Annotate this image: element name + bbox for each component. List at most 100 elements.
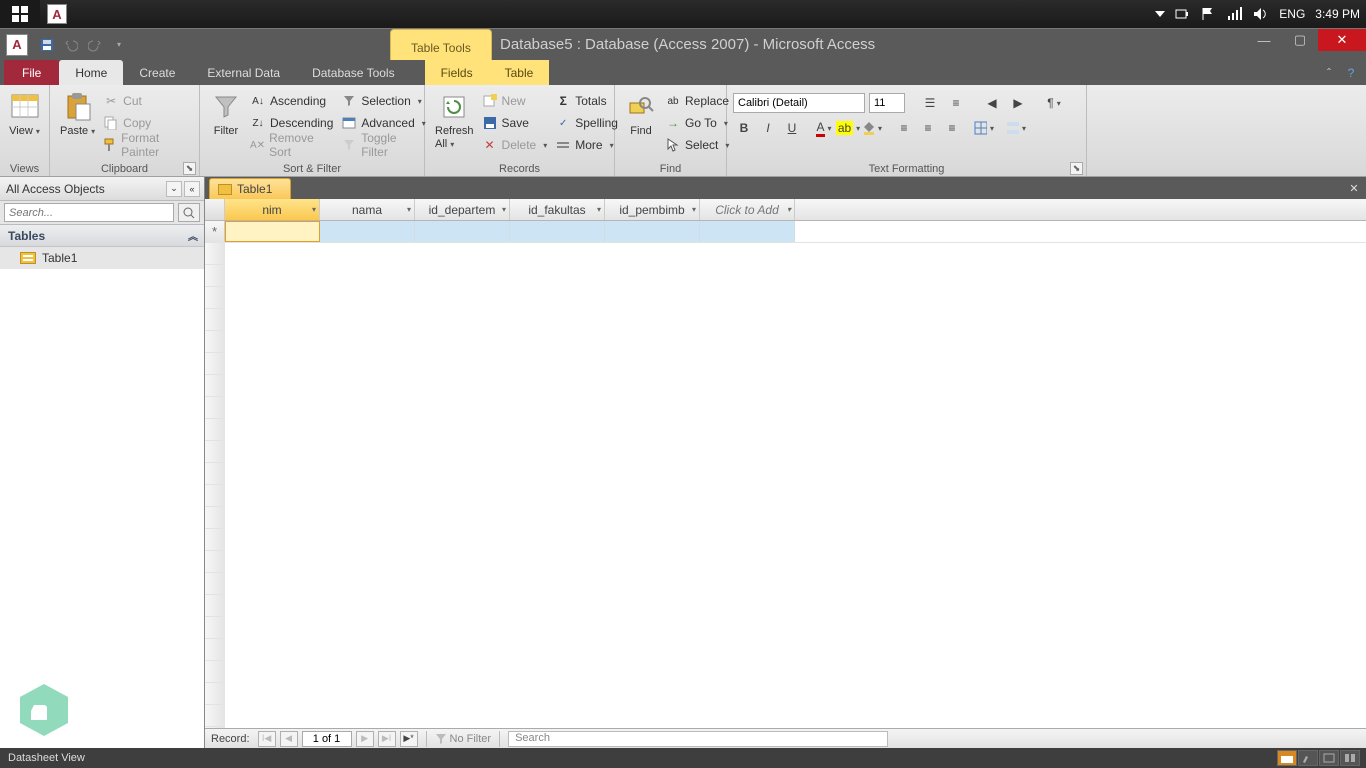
underline-button[interactable]: U bbox=[781, 117, 803, 139]
tab-external-data[interactable]: External Data bbox=[191, 60, 296, 85]
more-button[interactable]: More bbox=[551, 134, 622, 156]
fill-color-button[interactable] bbox=[861, 117, 883, 139]
nav-collapse-icon[interactable]: « bbox=[184, 181, 200, 197]
tab-fields[interactable]: Fields bbox=[425, 60, 489, 85]
nav-new-icon[interactable]: ▶* bbox=[400, 731, 418, 747]
record-position-input[interactable] bbox=[302, 731, 352, 747]
align-left-icon[interactable]: ≡ bbox=[893, 117, 915, 139]
cell-add[interactable] bbox=[700, 221, 795, 242]
volume-icon[interactable] bbox=[1253, 7, 1269, 21]
new-record-row[interactable]: * bbox=[205, 221, 1366, 243]
selection-button[interactable]: Selection bbox=[337, 90, 429, 112]
nav-next-icon[interactable]: ▶ bbox=[356, 731, 374, 747]
datasheet[interactable]: nim▾ nama▾ id_departem▾ id_fakultas▾ id_… bbox=[205, 199, 1366, 728]
replace-button[interactable]: abReplace bbox=[661, 90, 733, 112]
minimize-ribbon-icon[interactable]: ˆ bbox=[1320, 64, 1338, 82]
new-button[interactable]: New bbox=[478, 90, 552, 112]
font-color-button[interactable]: A bbox=[813, 117, 835, 139]
maximize-button[interactable]: ▢ bbox=[1282, 29, 1318, 51]
save-button[interactable]: Save bbox=[478, 112, 552, 134]
text-fmt-launcher-icon[interactable]: ⬊ bbox=[1070, 162, 1083, 175]
network-icon[interactable] bbox=[1227, 7, 1243, 21]
close-document-icon[interactable]: ✕ bbox=[1346, 180, 1362, 196]
tab-create[interactable]: Create bbox=[123, 60, 191, 85]
cell-id-fakultas[interactable] bbox=[510, 221, 605, 242]
ascending-button[interactable]: A↓Ascending bbox=[246, 90, 337, 112]
totals-button[interactable]: ΣTotals bbox=[551, 90, 622, 112]
nav-last-icon[interactable]: ▶I bbox=[378, 731, 396, 747]
record-search-input[interactable]: Search bbox=[508, 731, 888, 747]
app-icon[interactable]: A bbox=[6, 34, 28, 56]
tab-table[interactable]: Table bbox=[489, 60, 550, 85]
column-dropdown-icon[interactable]: ▾ bbox=[787, 205, 791, 214]
help-icon[interactable]: ? bbox=[1342, 64, 1360, 82]
cell-id-departemen[interactable] bbox=[415, 221, 510, 242]
align-center-icon[interactable]: ≡ bbox=[917, 117, 939, 139]
remove-sort-button[interactable]: A✕Remove Sort bbox=[246, 134, 337, 156]
column-header-nama[interactable]: nama▾ bbox=[320, 199, 415, 220]
clipboard-launcher-icon[interactable]: ⬊ bbox=[183, 162, 196, 175]
text-direction-icon[interactable]: ¶ bbox=[1043, 92, 1065, 114]
tray-overflow-icon[interactable] bbox=[1155, 11, 1165, 17]
find-button[interactable]: Find bbox=[621, 88, 661, 158]
nav-item-table1[interactable]: Table1 bbox=[0, 247, 204, 269]
italic-button[interactable]: I bbox=[757, 117, 779, 139]
view-button[interactable]: View bbox=[6, 88, 43, 141]
gridlines-icon[interactable] bbox=[973, 117, 995, 139]
filter-indicator[interactable]: No Filter bbox=[435, 733, 492, 745]
row-selector[interactable]: * bbox=[205, 221, 225, 242]
bullets-icon[interactable]: ☰ bbox=[919, 92, 941, 114]
tab-file[interactable]: File bbox=[4, 60, 59, 85]
font-selector[interactable] bbox=[733, 93, 865, 113]
document-tab-table1[interactable]: Table1 bbox=[209, 178, 291, 199]
highlight-button[interactable]: ab bbox=[837, 117, 859, 139]
view-icon-4[interactable] bbox=[1340, 750, 1360, 766]
paste-button[interactable]: Paste bbox=[56, 88, 99, 158]
clock[interactable]: 3:49 PM bbox=[1315, 7, 1360, 21]
alt-row-color-icon[interactable] bbox=[1005, 117, 1027, 139]
nav-header[interactable]: All Access Objects ⌄ « bbox=[0, 177, 204, 201]
taskbar-access-item[interactable]: A bbox=[40, 0, 74, 28]
font-size-selector[interactable] bbox=[869, 93, 905, 113]
column-dropdown-icon[interactable]: ▾ bbox=[312, 205, 316, 214]
flag-icon[interactable] bbox=[1201, 7, 1217, 21]
decrease-indent-icon[interactable]: ◀ bbox=[981, 92, 1003, 114]
spelling-button[interactable]: ✓Spelling bbox=[551, 112, 622, 134]
tab-database-tools[interactable]: Database Tools bbox=[296, 60, 411, 85]
column-dropdown-icon[interactable]: ▾ bbox=[407, 205, 411, 214]
nav-prev-icon[interactable]: ◀ bbox=[280, 731, 298, 747]
select-all-corner[interactable] bbox=[205, 199, 225, 220]
cell-id-pembimbing[interactable] bbox=[605, 221, 700, 242]
nav-filter-dropdown-icon[interactable]: ⌄ bbox=[166, 181, 182, 197]
design-view-icon[interactable] bbox=[1298, 750, 1318, 766]
column-header-id-pembimbing[interactable]: id_pembimb▾ bbox=[605, 199, 700, 220]
format-painter-button[interactable]: Format Painter bbox=[99, 134, 193, 156]
start-button[interactable] bbox=[0, 0, 40, 28]
toggle-filter-button[interactable]: Toggle Filter bbox=[337, 134, 429, 156]
align-right-icon[interactable]: ≡ bbox=[941, 117, 963, 139]
column-header-nim[interactable]: nim▾ bbox=[225, 199, 320, 220]
qat-customize-icon[interactable]: ▾ bbox=[108, 34, 130, 56]
filter-button[interactable]: Filter bbox=[206, 88, 246, 158]
bold-button[interactable]: B bbox=[733, 117, 755, 139]
nav-search-input[interactable] bbox=[4, 203, 174, 222]
tab-home[interactable]: Home bbox=[59, 60, 123, 85]
language-indicator[interactable]: ENG bbox=[1279, 7, 1305, 21]
save-icon[interactable] bbox=[36, 34, 58, 56]
datasheet-view-icon[interactable] bbox=[1277, 750, 1297, 766]
numbering-icon[interactable]: ≡ bbox=[945, 92, 967, 114]
refresh-all-button[interactable]: Refresh All bbox=[431, 88, 478, 158]
column-header-add[interactable]: Click to Add▾ bbox=[700, 199, 795, 220]
nav-first-icon[interactable]: I◀ bbox=[258, 731, 276, 747]
cell-nim[interactable] bbox=[225, 221, 320, 242]
column-header-id-departemen[interactable]: id_departem▾ bbox=[415, 199, 510, 220]
close-button[interactable]: ✕ bbox=[1318, 29, 1366, 51]
goto-button[interactable]: →Go To bbox=[661, 112, 733, 134]
nav-category-tables[interactable]: Tables ︽ bbox=[0, 225, 204, 247]
delete-button[interactable]: ✕Delete bbox=[478, 134, 552, 156]
column-header-id-fakultas[interactable]: id_fakultas▾ bbox=[510, 199, 605, 220]
column-dropdown-icon[interactable]: ▾ bbox=[692, 205, 696, 214]
cell-nama[interactable] bbox=[320, 221, 415, 242]
increase-indent-icon[interactable]: ▶ bbox=[1007, 92, 1029, 114]
column-dropdown-icon[interactable]: ▾ bbox=[597, 205, 601, 214]
